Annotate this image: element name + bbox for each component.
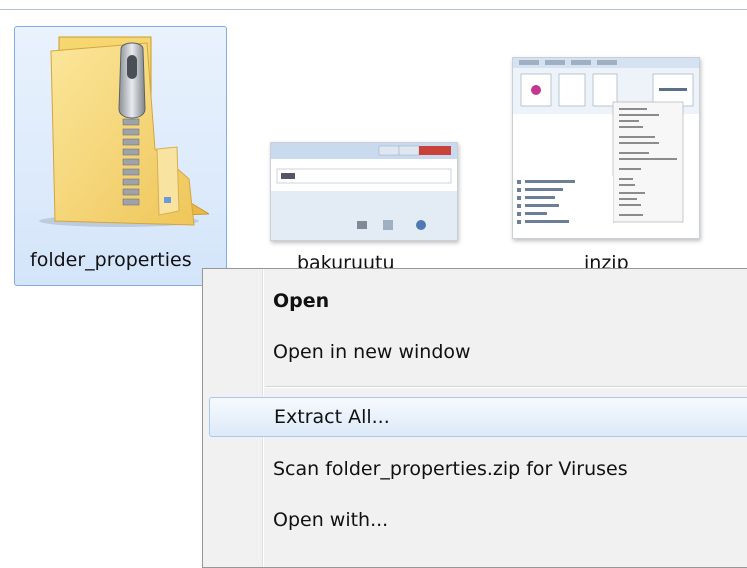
file-item-folder-properties[interactable]: folder_properties [14,26,227,286]
window-thumbnail-icon [512,57,700,239]
menu-item-extract-all[interactable]: Extract All... [209,397,747,437]
menu-item-label: Open [273,290,330,312]
window-thumbnail-icon [270,142,458,241]
file-item-bakuruutu[interactable]: bakuruutu [262,130,462,280]
file-item-inzip[interactable]: inzip [500,45,700,285]
menu-item-open[interactable]: Open [203,282,747,322]
menu-item-label: Scan folder_properties.zip for Viruses [273,458,628,480]
menu-item-label: Extract All... [274,406,390,428]
file-name-label: folder_properties [30,249,192,271]
menu-item-open-with[interactable]: Open with... [203,501,747,541]
menu-item-open-in-new-window[interactable]: Open in new window [203,333,747,373]
menu-item-label: Open in new window [273,341,471,363]
menu-separator [265,386,747,388]
context-menu: Open Open in new window Extract All... S… [202,268,747,568]
menu-item-scan-for-viruses[interactable]: Scan folder_properties.zip for Viruses [203,450,747,490]
view-top-border [0,9,747,10]
zip-folder-icon [39,36,209,227]
menu-item-label: Open with... [273,509,389,531]
